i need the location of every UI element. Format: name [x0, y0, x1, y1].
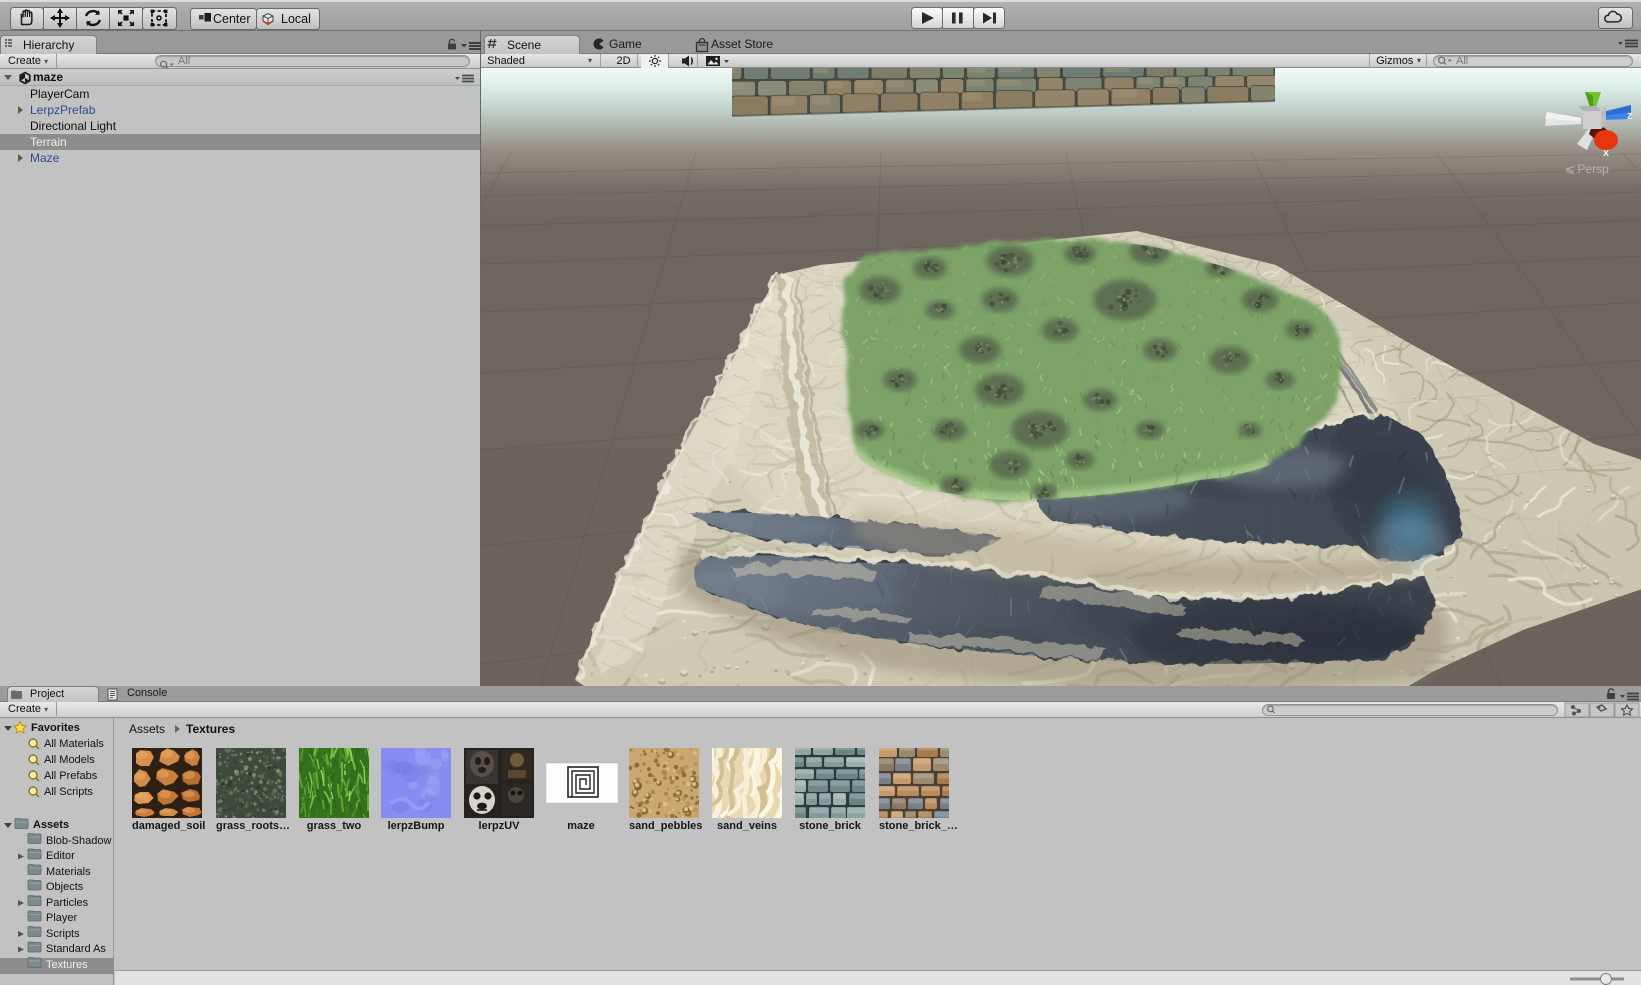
svg-text:Local: Local: [281, 12, 311, 26]
svg-text:⩽ Persp: ⩽ Persp: [1565, 162, 1609, 176]
svg-text:x: x: [1603, 147, 1610, 159]
svg-text:Center: Center: [213, 12, 251, 26]
svg-text:z: z: [1627, 110, 1633, 122]
svg-text:y: y: [1588, 73, 1595, 87]
